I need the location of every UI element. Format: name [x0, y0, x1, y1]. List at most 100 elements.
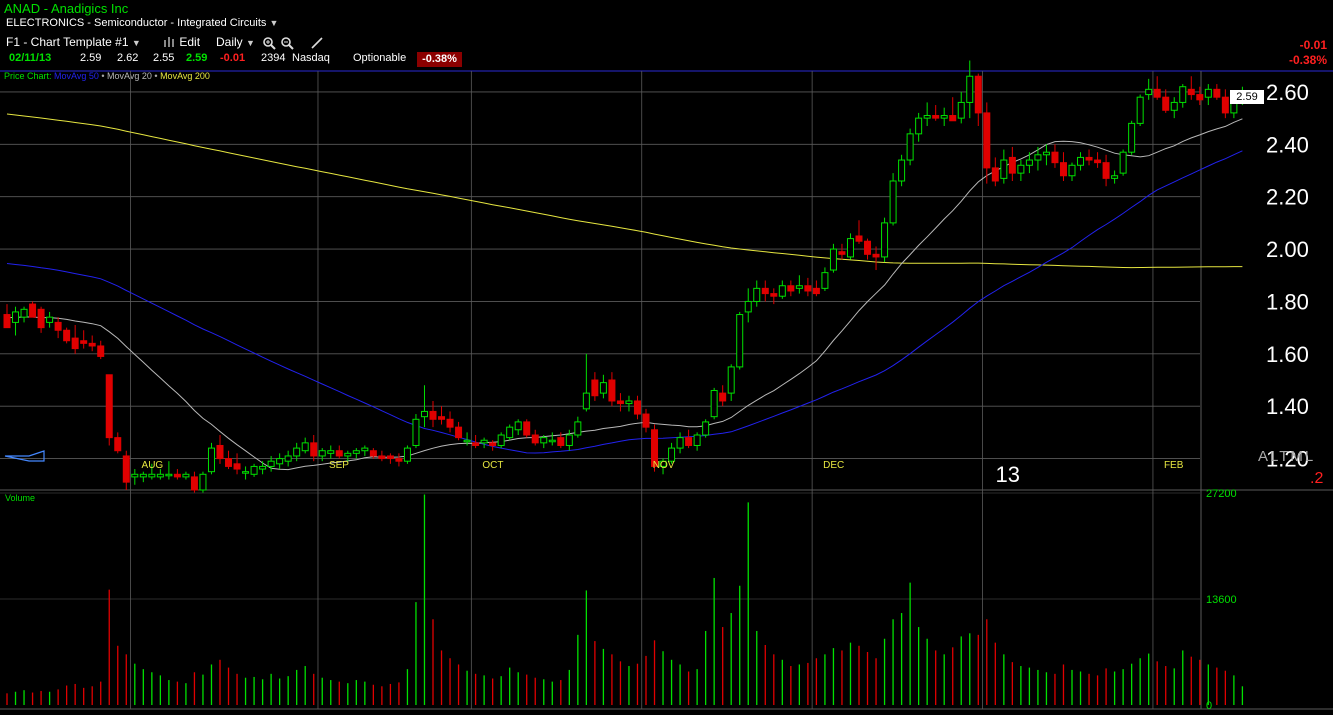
- candle-body: [489, 442, 497, 446]
- candle-body: [804, 285, 812, 292]
- price-tick-label: 2.00: [1266, 237, 1309, 262]
- candle-body: [105, 374, 113, 439]
- candle-body: [378, 455, 386, 460]
- candle-body: [633, 400, 641, 415]
- candle-body: [940, 115, 948, 119]
- candle-body: [1128, 122, 1136, 153]
- price-tick-label: 2.40: [1266, 132, 1309, 157]
- candle-body: [480, 439, 488, 444]
- candle-body: [12, 311, 20, 323]
- candle-body: [369, 450, 377, 457]
- price-tick-label: 1.40: [1266, 394, 1309, 419]
- price-tick-label: 1.60: [1266, 342, 1309, 367]
- candle-body: [642, 413, 650, 428]
- candle-body: [608, 379, 616, 402]
- candle-body: [182, 473, 190, 478]
- price-volume-chart[interactable]: Volume 2.602.402.202.001.801.601.401.202…: [0, 0, 1333, 715]
- candle-body: [395, 458, 403, 462]
- candle-body: [855, 235, 863, 242]
- candle-body: [1085, 156, 1093, 161]
- candle-body: [1034, 154, 1042, 161]
- candle-body: [991, 167, 999, 182]
- candle-body: [3, 314, 11, 329]
- candle-body: [1145, 88, 1153, 96]
- month-label: AUG: [142, 460, 164, 471]
- alt-toggle[interactable]: ALTML: [1258, 448, 1315, 466]
- candle-body: [506, 426, 514, 439]
- candle-body: [1025, 159, 1033, 166]
- corner-value: .2: [1310, 470, 1324, 487]
- candle-body: [403, 447, 411, 462]
- month-label: FEB: [1164, 460, 1184, 471]
- candle-body: [1017, 164, 1025, 174]
- candle-body: [872, 253, 880, 258]
- candle-body: [616, 400, 624, 405]
- candle-body: [293, 447, 301, 457]
- candle-body: [1000, 159, 1008, 179]
- candle-body: [446, 418, 454, 428]
- volume-title: Volume: [5, 493, 35, 503]
- candle-body: [838, 251, 846, 255]
- month-label: DEC: [823, 460, 844, 471]
- candle-body: [284, 455, 292, 462]
- candle-body: [1213, 88, 1221, 98]
- candle-body: [131, 473, 139, 478]
- ma200-line: [6, 113, 1243, 269]
- candle-body: [599, 382, 607, 394]
- candle-body: [216, 444, 224, 460]
- candle-body: [889, 180, 897, 224]
- candle-body: [1051, 151, 1059, 164]
- candle-body: [1042, 151, 1050, 156]
- price-tick-label: 1.80: [1266, 289, 1309, 314]
- candle-body: [420, 410, 428, 418]
- candle-body: [276, 458, 284, 465]
- candle-body: [966, 75, 974, 103]
- candle-body: [71, 337, 79, 350]
- candle-body: [1162, 96, 1170, 111]
- month-label: NOV: [653, 460, 675, 471]
- candle-body: [1077, 156, 1085, 166]
- candle-body: [233, 463, 241, 470]
- candle-body: [225, 458, 233, 467]
- candle-body: [80, 340, 88, 344]
- candle-body: [335, 450, 343, 457]
- candle-body: [1119, 151, 1127, 174]
- candle-body: [846, 238, 854, 258]
- volume-tick-label: 13600: [1206, 594, 1237, 606]
- candle-body: [514, 421, 522, 431]
- candle-body: [207, 447, 215, 473]
- candle-body: [310, 442, 318, 457]
- candle-body: [761, 287, 769, 295]
- candle-body: [156, 473, 164, 478]
- candle-body: [344, 452, 352, 457]
- scroll-left-handle[interactable]: [4, 450, 45, 462]
- candle-body: [250, 465, 258, 475]
- candle-body: [1111, 175, 1119, 179]
- candle-body: [352, 450, 360, 454]
- candle-body: [429, 410, 437, 420]
- candle-body: [455, 426, 463, 439]
- scroll-left-arrow-icon[interactable]: [4, 450, 45, 462]
- candle-body: [778, 285, 786, 297]
- candle-body: [531, 434, 539, 444]
- candle-body: [139, 473, 147, 478]
- candle-body: [949, 115, 957, 122]
- candle-body: [97, 345, 105, 357]
- candle-body: [1094, 159, 1102, 164]
- candle-body: [497, 434, 505, 446]
- candle-body: [727, 366, 735, 394]
- candle-body: [29, 303, 37, 318]
- candle-body: [702, 421, 710, 436]
- candle-body: [983, 112, 991, 169]
- candle-body: [242, 471, 250, 474]
- candle-body: [821, 272, 829, 289]
- candle-body: [472, 442, 480, 446]
- candle-body: [915, 117, 923, 135]
- month-label: SEP: [329, 460, 349, 471]
- candle-body: [63, 329, 71, 342]
- candle-body: [148, 473, 156, 478]
- candle-body: [301, 442, 309, 452]
- candle-body: [122, 455, 130, 483]
- candle-body: [1204, 88, 1212, 98]
- candle-body: [540, 437, 548, 444]
